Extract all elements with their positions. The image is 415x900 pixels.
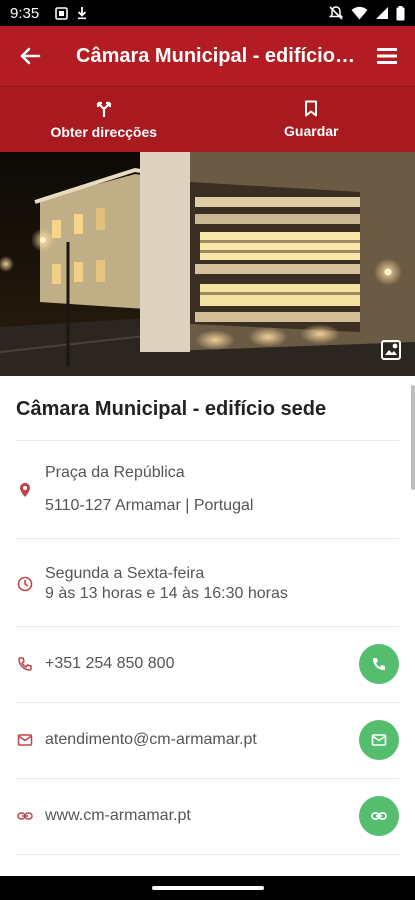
divider [16,854,399,855]
mail-icon [17,734,33,746]
address-row[interactable]: Praça da República 5110-127 Armamar | Po… [0,440,415,538]
website-row[interactable]: www.cm-armamar.pt [0,778,415,854]
photo-gallery-icon[interactable] [379,338,403,362]
bookmark-icon [305,100,318,117]
battery-icon [396,5,405,21]
phone-icon [373,658,385,670]
arrow-left-icon [20,47,41,65]
directions-icon [96,101,111,117]
phone-number: +351 254 850 800 [45,655,175,672]
app-bar: Câmara Municipal - edifício sede [0,26,415,86]
phone-row[interactable]: +351 254 850 800 [0,626,415,702]
system-nav-bar [0,876,415,900]
home-gesture-handle[interactable] [151,886,264,890]
status-right [328,5,405,21]
wifi-icon [351,6,368,20]
save-label: Guardar [284,123,339,139]
email-address: atendimento@cm-armamar.pt [45,731,257,748]
address-line1: Praça da República [45,464,185,481]
signal-icon [375,6,389,20]
download-icon [76,6,88,20]
hamburger-icon [377,48,397,64]
place-title: Câmara Municipal - edifício sede [16,398,327,420]
link-icon [17,812,33,820]
page-title: Câmara Municipal - edifício sede [76,44,359,67]
phone-icon [18,657,32,671]
link-icon [371,812,387,820]
action-bar: Obter direcções Guardar [0,86,415,152]
location-pin-icon [20,483,30,497]
status-left: 9:35 [10,5,88,22]
hours-line2: 9 às 13 horas e 14 às 16:30 horas [45,585,288,602]
hours-row: Segunda a Sexta-feira 9 às 13 horas e 14… [0,538,415,626]
clock-icon [17,576,33,592]
mail-icon [371,734,387,746]
hours-line1: Segunda a Sexta-feira [45,565,205,582]
website-url: www.cm-armamar.pt [45,807,191,824]
status-bar: 9:35 [0,0,415,26]
address-line2: 5110-127 Armamar | Portugal [45,497,254,514]
call-button[interactable] [359,644,399,684]
status-time: 9:35 [10,4,40,22]
mute-icon [328,5,344,21]
place-details: Câmara Municipal - edifício sede Praça d… [0,376,415,876]
directions-label: Obter direcções [50,123,158,140]
place-photo[interactable] [0,152,415,376]
directions-button[interactable]: Obter direcções [0,87,208,152]
back-button[interactable] [0,26,60,86]
save-button[interactable]: Guardar [208,87,415,152]
email-row[interactable]: atendimento@cm-armamar.pt [0,702,415,778]
scrollbar[interactable] [411,385,415,490]
building-photo [0,152,415,376]
open-website-button[interactable] [359,796,399,836]
send-email-button[interactable] [359,720,399,760]
menu-button[interactable] [359,26,415,86]
notification-icon [55,6,69,20]
